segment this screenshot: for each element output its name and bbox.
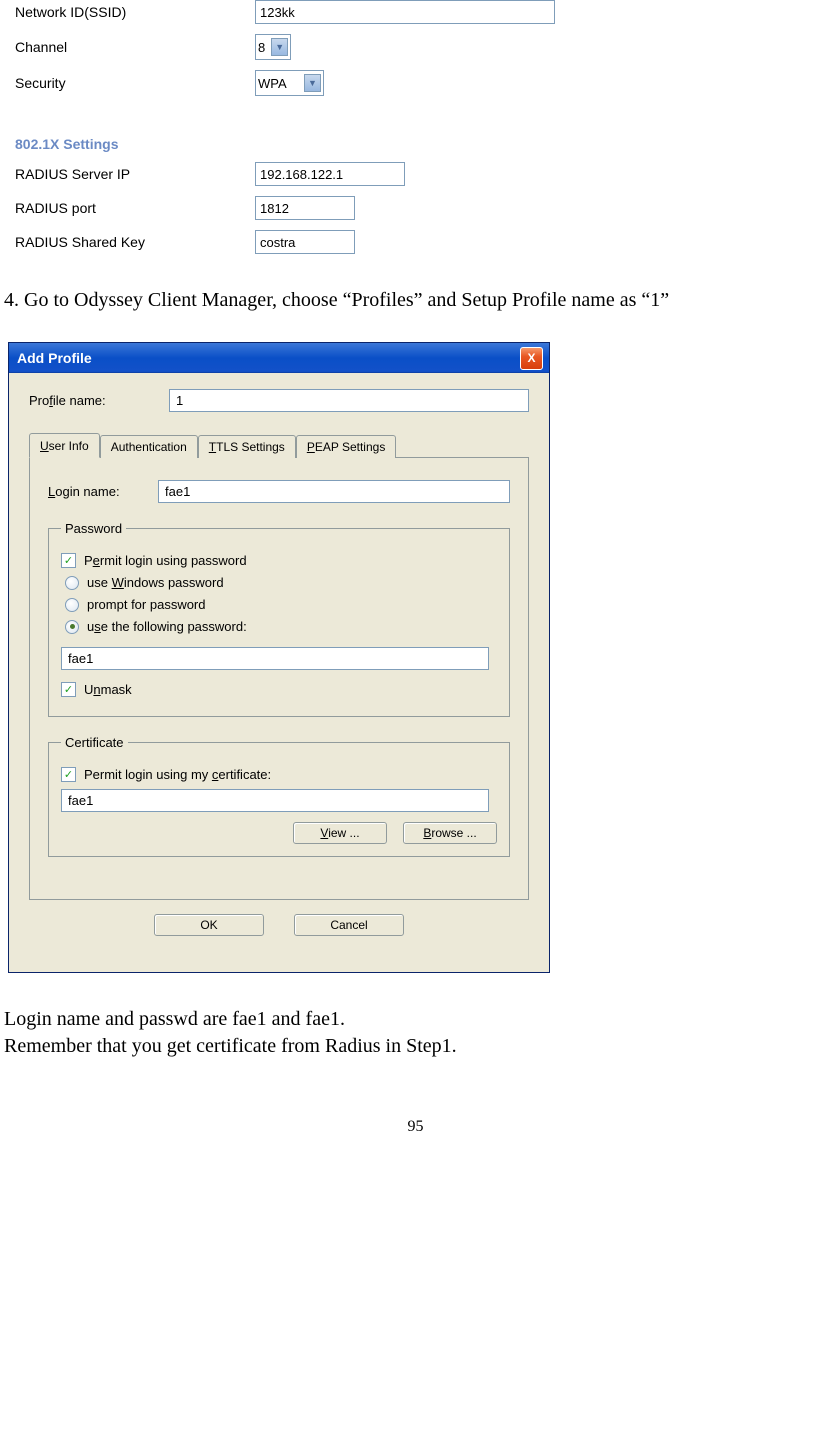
tab-authentication[interactable]: Authentication (100, 435, 198, 458)
close-icon: X (527, 351, 535, 365)
radius-port-label: RADIUS port (15, 200, 255, 216)
page-number: 95 (0, 1118, 831, 1136)
ok-button[interactable]: OK (154, 914, 264, 936)
use-windows-password-label: use Windows password (87, 575, 224, 590)
use-following-password-radio[interactable] (65, 620, 79, 634)
tab-bar: User Info Authentication TTLS Settings P… (29, 433, 529, 458)
permit-login-certificate-checkbox[interactable]: ✓ (61, 767, 76, 782)
security-value: WPA (258, 76, 298, 91)
prompt-password-label: prompt for password (87, 597, 206, 612)
profile-name-label: Profile name: (29, 393, 169, 408)
browse-button[interactable]: Browse ... (403, 822, 497, 844)
radius-ip-label: RADIUS Server IP (15, 166, 255, 182)
add-profile-dialog: Add Profile X Profile name: User Info Au… (8, 342, 550, 973)
step4-text: 4. Go to Odyssey Client Manager, choose … (0, 289, 831, 312)
certificate-group-legend: Certificate (61, 735, 128, 750)
tab-user-info[interactable]: User Info (29, 433, 100, 458)
router-settings-form: Network ID(SSID) Channel 8 ▼ Security WP… (0, 0, 831, 254)
unmask-label: Unmask (84, 682, 132, 697)
dialog-title: Add Profile (17, 350, 520, 366)
cert-note-text: Remember that you get certificate from R… (0, 1035, 831, 1058)
channel-select[interactable]: 8 ▼ (255, 34, 291, 60)
radius-key-input[interactable] (255, 230, 355, 254)
ssid-label: Network ID(SSID) (15, 4, 255, 20)
certificate-input[interactable] (61, 789, 489, 812)
login-name-label: Login name: (48, 484, 158, 499)
tab-ttls-settings[interactable]: TTLS Settings (198, 435, 296, 458)
unmask-checkbox[interactable]: ✓ (61, 682, 76, 697)
login-name-input[interactable] (158, 480, 510, 503)
security-label: Security (15, 75, 255, 91)
password-input[interactable] (61, 647, 489, 670)
login-note-text: Login name and passwd are fae1 and fae1. (0, 1008, 831, 1031)
dialog-titlebar[interactable]: Add Profile X (9, 343, 549, 373)
password-group: Password ✓ Permit login using password u… (48, 521, 510, 717)
certificate-group: Certificate ✓ Permit login using my cert… (48, 735, 510, 857)
chevron-down-icon: ▼ (304, 74, 321, 92)
close-button[interactable]: X (520, 347, 543, 370)
cancel-button[interactable]: Cancel (294, 914, 404, 936)
tab-panel-user-info: Login name: Password ✓ Permit login usin… (29, 457, 529, 900)
permit-login-certificate-label: Permit login using my certificate: (84, 767, 271, 782)
prompt-password-radio[interactable] (65, 598, 79, 612)
chevron-down-icon: ▼ (271, 38, 288, 56)
permit-login-password-label: Permit login using password (84, 553, 247, 568)
profile-name-input[interactable] (169, 389, 529, 412)
channel-label: Channel (15, 39, 255, 55)
use-following-password-label: use the following password: (87, 619, 247, 634)
8021x-settings-header: 802.1X Settings (15, 136, 831, 152)
security-select[interactable]: WPA ▼ (255, 70, 324, 96)
radius-key-label: RADIUS Shared Key (15, 234, 255, 250)
radius-ip-input[interactable] (255, 162, 405, 186)
password-group-legend: Password (61, 521, 126, 536)
ssid-input[interactable] (255, 0, 555, 24)
view-button[interactable]: View ... (293, 822, 387, 844)
tab-peap-settings[interactable]: PEAP Settings (296, 435, 397, 458)
use-windows-password-radio[interactable] (65, 576, 79, 590)
permit-login-password-checkbox[interactable]: ✓ (61, 553, 76, 568)
radius-port-input[interactable] (255, 196, 355, 220)
channel-value: 8 (258, 40, 265, 55)
